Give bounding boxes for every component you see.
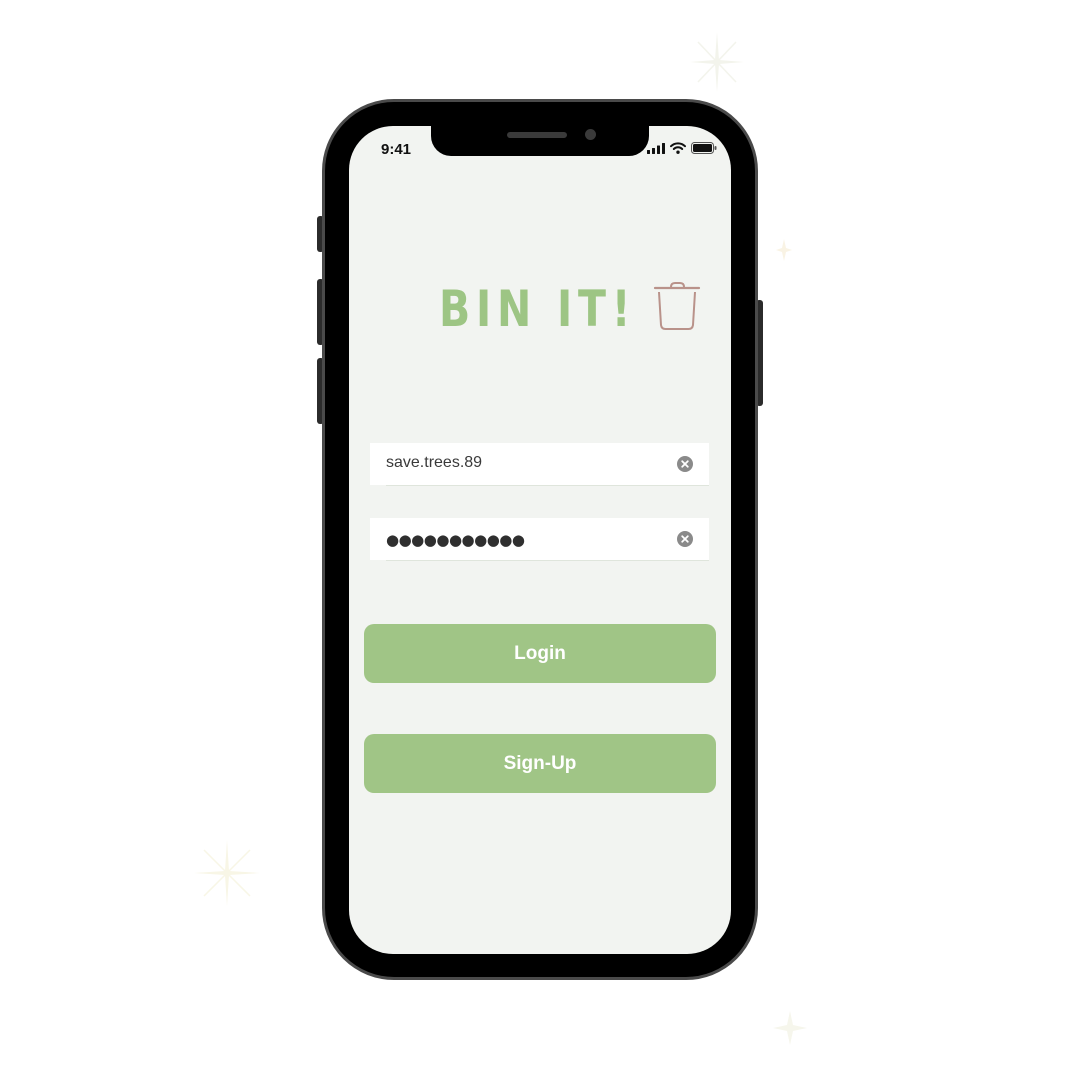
notch bbox=[431, 126, 649, 156]
app-logo: BIN IT! bbox=[439, 282, 701, 334]
sparkle-decoration bbox=[776, 239, 792, 261]
logo-text: BIN IT! bbox=[439, 280, 637, 338]
signal-icon bbox=[647, 142, 665, 154]
password-field[interactable]: ●●●●●●●●●●● bbox=[370, 518, 709, 561]
password-value: ●●●●●●●●●●● bbox=[386, 531, 525, 549]
login-button[interactable]: Login bbox=[364, 624, 716, 683]
trash-bin-icon bbox=[654, 282, 701, 330]
field-underline bbox=[386, 485, 709, 486]
front-camera bbox=[585, 129, 596, 140]
clear-username-icon[interactable] bbox=[677, 456, 693, 472]
sparkle-decoration bbox=[194, 840, 260, 906]
wifi-icon bbox=[670, 142, 686, 154]
sparkle-decoration bbox=[773, 1011, 807, 1045]
signup-button[interactable]: Sign-Up bbox=[364, 734, 716, 793]
speaker bbox=[507, 132, 567, 138]
username-value: save.trees.89 bbox=[386, 454, 483, 471]
status-time: 9:41 bbox=[381, 141, 412, 158]
username-field[interactable]: save.trees.89 bbox=[370, 443, 709, 486]
battery-icon bbox=[691, 142, 717, 154]
sparkle-decoration bbox=[690, 32, 744, 92]
app-screen: 9:41 BIN IT! save.trees.89 ●●●●●●●●●●● L… bbox=[349, 126, 731, 954]
field-underline bbox=[386, 560, 709, 561]
clear-password-icon[interactable] bbox=[677, 531, 693, 547]
status-icons bbox=[647, 142, 717, 154]
